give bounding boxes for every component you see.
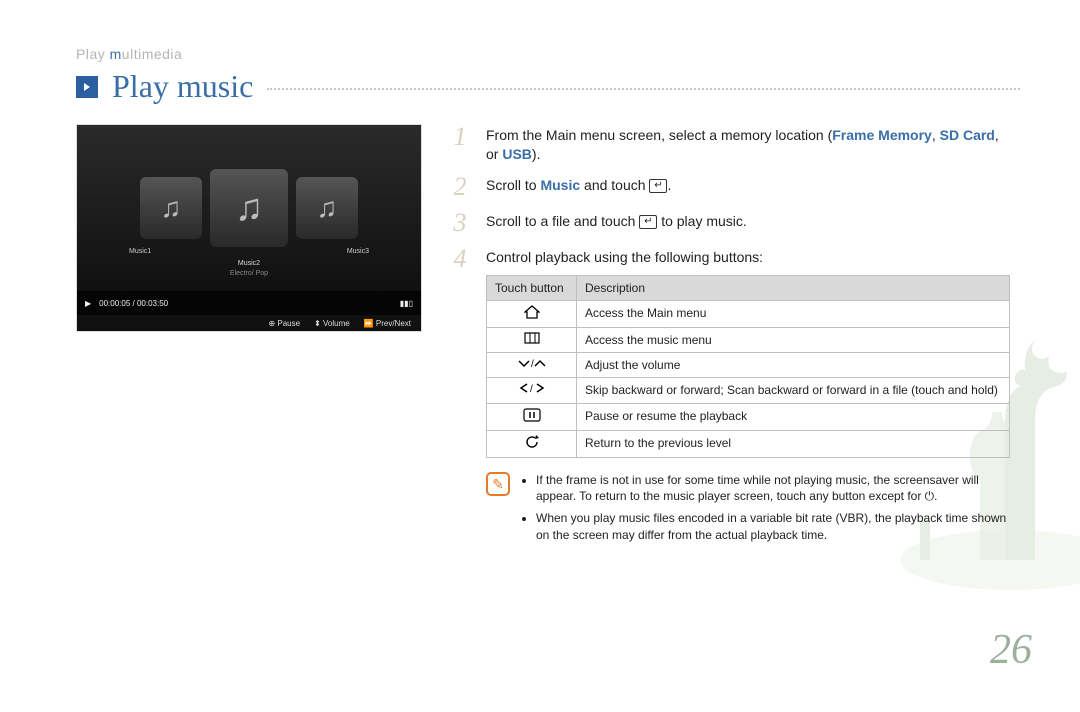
home-icon bbox=[524, 305, 540, 321]
svg-text:/: / bbox=[530, 384, 533, 394]
skip-leftright-icon: / bbox=[517, 382, 547, 396]
grid-icon bbox=[524, 332, 540, 346]
note-block: ✎ If the frame is not in use for some ti… bbox=[486, 472, 1010, 549]
title-arrow-icon bbox=[76, 76, 98, 98]
note-item: When you play music files encoded in a v… bbox=[536, 510, 1010, 542]
tile-label-center: Music2 bbox=[77, 260, 421, 267]
table-row: Return to the previous level bbox=[487, 430, 1010, 457]
battery-icon: ▮▮▯ bbox=[400, 299, 413, 308]
table-row: / Adjust the volume bbox=[487, 353, 1010, 378]
title-divider bbox=[267, 88, 1020, 90]
note-item: If the frame is not in use for some time… bbox=[536, 472, 1010, 504]
hint-pause: ⊕ Pause bbox=[268, 319, 300, 328]
page-title: Play music bbox=[112, 68, 253, 105]
table-row: Access the music menu bbox=[487, 328, 1010, 353]
hint-volume: ⬍ Volume bbox=[314, 319, 350, 328]
device-screenshot: ♫ ♫ ♫ Music1 Music3 Music2 Electro/ Pop … bbox=[76, 124, 422, 332]
step-1: 1 From the Main menu screen, select a me… bbox=[448, 124, 1010, 164]
table-head-button: Touch button bbox=[487, 275, 577, 300]
table-row: Access the Main menu bbox=[487, 300, 1010, 327]
enter-icon: ↵ bbox=[639, 215, 657, 229]
play-indicator-icon: ▶ bbox=[85, 299, 91, 308]
play-pause-icon bbox=[523, 408, 541, 424]
step-list: 1 From the Main menu screen, select a me… bbox=[448, 124, 1010, 559]
table-head-desc: Description bbox=[577, 275, 1010, 300]
enter-icon: ↵ bbox=[649, 179, 667, 193]
hint-prevnext: ⏩ Prev/Next bbox=[364, 319, 411, 328]
page-number: 26 bbox=[990, 626, 1032, 674]
table-row: Pause or resume the playback bbox=[487, 403, 1010, 430]
tile-label-right: Music3 bbox=[347, 248, 369, 255]
step-2: 2 Scroll to Music and touch ↵. bbox=[448, 174, 1010, 200]
back-icon bbox=[524, 435, 540, 451]
tile-artist: Electro/ Pop bbox=[77, 270, 421, 277]
svg-text:/: / bbox=[531, 359, 534, 369]
album-tile-center: ♫ bbox=[210, 169, 288, 247]
step-3: 3 Scroll to a file and touch ↵ to play m… bbox=[448, 210, 1010, 236]
tile-label-left: Music1 bbox=[129, 248, 151, 255]
breadcrumb: Play multimedia bbox=[76, 46, 182, 62]
album-tile-right: ♫ bbox=[296, 177, 358, 239]
album-tile-left: ♫ bbox=[140, 177, 202, 239]
controls-table: Touch button Description Access the Main… bbox=[486, 275, 1010, 458]
playback-time: 00:00:05 / 00:03:50 bbox=[99, 299, 392, 308]
step-4: 4 Control playback using the following b… bbox=[448, 246, 1010, 549]
vol-updown-icon: / bbox=[517, 357, 547, 371]
note-icon: ✎ bbox=[486, 472, 510, 496]
table-row: / Skip backward or forward; Scan backwar… bbox=[487, 378, 1010, 403]
